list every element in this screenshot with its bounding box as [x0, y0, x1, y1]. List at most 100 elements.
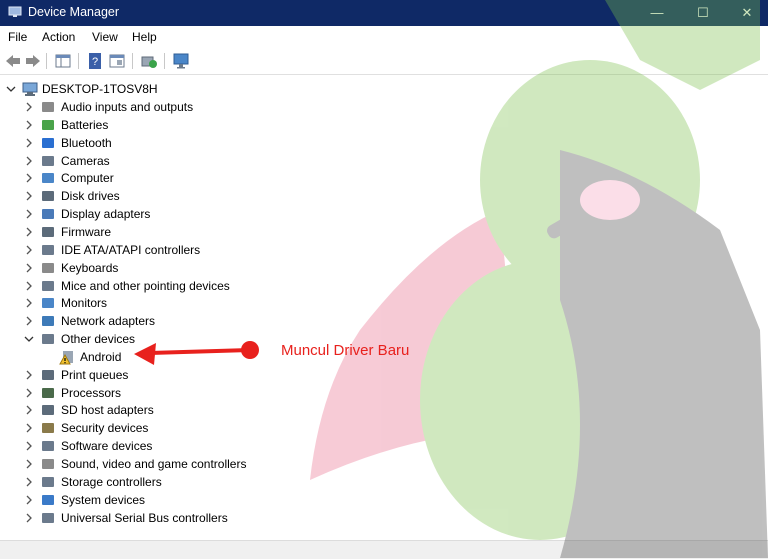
chevron-right-icon[interactable]	[24, 223, 34, 241]
chevron-right-icon[interactable]	[24, 419, 34, 437]
chevron-right-icon[interactable]	[24, 312, 34, 330]
status-bar	[0, 540, 768, 559]
processor-icon	[42, 387, 54, 398]
computer-icon	[22, 82, 38, 96]
audio-icon	[42, 102, 54, 112]
chevron-right-icon[interactable]	[24, 491, 34, 509]
forward-arrow-icon[interactable]	[24, 52, 42, 70]
menu-view[interactable]: View	[92, 30, 118, 44]
tree-category-label: Software devices	[61, 439, 153, 454]
maximize-button[interactable]: ☐	[680, 0, 726, 26]
chevron-right-icon[interactable]	[24, 116, 34, 134]
tree-category-label: SD host adapters	[61, 403, 154, 418]
tree-category-row[interactable]: IDE ATA/ATAPI controllers	[0, 241, 320, 259]
camera-icon	[42, 155, 54, 166]
toolbar: ?	[0, 48, 768, 75]
tree-category-row[interactable]: Keyboards	[0, 259, 320, 277]
tree-device-label: Android	[80, 349, 122, 364]
chevron-right-icon[interactable]	[24, 455, 34, 473]
tree-category-label: Disk drives	[61, 189, 120, 204]
chevron-right-icon[interactable]	[24, 384, 34, 402]
tree-category-label: Other devices	[61, 332, 136, 347]
tree-category-label: Batteries	[61, 117, 109, 132]
chevron-right-icon[interactable]	[24, 205, 34, 223]
menu-help[interactable]: Help	[132, 30, 157, 44]
chevron-right-icon[interactable]	[24, 259, 34, 277]
tree-category-row[interactable]: Print queues	[0, 366, 320, 384]
computer-icon	[42, 173, 54, 184]
chevron-right-icon[interactable]	[24, 294, 34, 312]
scan-hardware-icon[interactable]	[172, 52, 190, 70]
tree-category-row[interactable]: Other devices	[0, 330, 320, 348]
tree-category-label: Security devices	[61, 421, 149, 436]
display-adapter-icon	[42, 209, 54, 220]
chevron-right-icon[interactable]	[24, 187, 34, 205]
window-title: Device Manager	[28, 5, 120, 19]
tree-category-row[interactable]: Disk drives	[0, 187, 320, 205]
update-driver-icon[interactable]	[140, 52, 158, 70]
chevron-right-icon[interactable]	[24, 98, 34, 116]
menu-action[interactable]: Action	[42, 30, 75, 44]
tree-category-row[interactable]: Network adapters	[0, 312, 320, 330]
tree-category-row[interactable]: Software devices	[0, 437, 320, 455]
ide-controller-icon	[42, 244, 54, 255]
tree-category-row[interactable]: Bluetooth	[0, 134, 320, 152]
software-device-icon	[42, 441, 54, 452]
chevron-right-icon[interactable]	[24, 134, 34, 152]
annotation-label: Muncul Driver Baru	[281, 342, 410, 359]
device-tree: DESKTOP-1TOSV8H Audio inputs and outputs…	[0, 76, 768, 542]
chevron-right-icon[interactable]	[24, 509, 34, 527]
tree-category-row[interactable]: Display adapters	[0, 205, 320, 223]
sound-icon	[42, 459, 54, 469]
tree-category-row[interactable]: Batteries	[0, 116, 320, 134]
tree-category-row[interactable]: System devices	[0, 491, 320, 509]
tree-category-row[interactable]: Audio inputs and outputs	[0, 98, 320, 116]
storage-controller-icon	[42, 476, 54, 487]
chevron-right-icon[interactable]	[24, 401, 34, 419]
chevron-right-icon[interactable]	[24, 241, 34, 259]
menu-file[interactable]: File	[8, 30, 27, 44]
tree-category-label: Computer	[61, 171, 114, 186]
tree-category-label: Firmware	[61, 224, 111, 239]
tree-category-label: Print queues	[61, 367, 129, 382]
tree-category-label: Audio inputs and outputs	[61, 100, 194, 114]
tree-category-row[interactable]: Monitors	[0, 294, 320, 312]
tree-device-android[interactable]: Android	[0, 348, 200, 366]
menu-bar: File Action View Help	[0, 26, 768, 48]
tree-category-row[interactable]: Firmware	[0, 223, 320, 241]
tree-category-row[interactable]: Cameras	[0, 152, 320, 170]
network-adapter-icon	[42, 316, 54, 327]
printer-icon	[42, 369, 54, 380]
warning-device-icon	[59, 350, 73, 365]
tree-category-label: Mice and other pointing devices	[61, 278, 230, 293]
tree-category-row[interactable]: Mice and other pointing devices	[0, 277, 320, 295]
tree-category-row[interactable]: Security devices	[0, 419, 320, 437]
back-arrow-icon[interactable]	[4, 52, 22, 70]
show-hide-tree-icon[interactable]	[54, 52, 72, 70]
chevron-down-icon[interactable]	[24, 330, 34, 348]
properties-icon[interactable]	[108, 52, 126, 70]
minimize-button[interactable]: —	[634, 0, 680, 26]
tree-root[interactable]: DESKTOP-1TOSV8H	[0, 80, 300, 98]
tree-category-row[interactable]: SD host adapters	[0, 401, 320, 419]
chevron-right-icon[interactable]	[24, 437, 34, 455]
sd-host-icon	[42, 405, 54, 416]
chevron-right-icon[interactable]	[24, 277, 34, 295]
other-devices-icon	[42, 334, 54, 345]
chevron-down-icon[interactable]	[6, 80, 16, 98]
chevron-right-icon[interactable]	[24, 366, 34, 384]
chevron-right-icon[interactable]	[24, 473, 34, 491]
tree-category-row[interactable]: Sound, video and game controllers	[0, 455, 320, 473]
chevron-right-icon[interactable]	[24, 152, 34, 170]
tree-category-label: Display adapters	[61, 207, 151, 222]
tree-category-row[interactable]: Storage controllers	[0, 473, 320, 491]
help-icon[interactable]: ?	[86, 52, 104, 70]
tree-category-row[interactable]: Universal Serial Bus controllers	[0, 509, 320, 527]
tree-category-row[interactable]: Processors	[0, 384, 320, 402]
minimize-icon: —	[650, 5, 664, 20]
tree-category-label: Storage controllers	[61, 474, 162, 489]
tree-category-row[interactable]: Computer	[0, 169, 320, 187]
close-button[interactable]: ✕	[724, 0, 768, 26]
chevron-right-icon[interactable]	[24, 169, 34, 187]
security-device-icon	[42, 423, 54, 434]
